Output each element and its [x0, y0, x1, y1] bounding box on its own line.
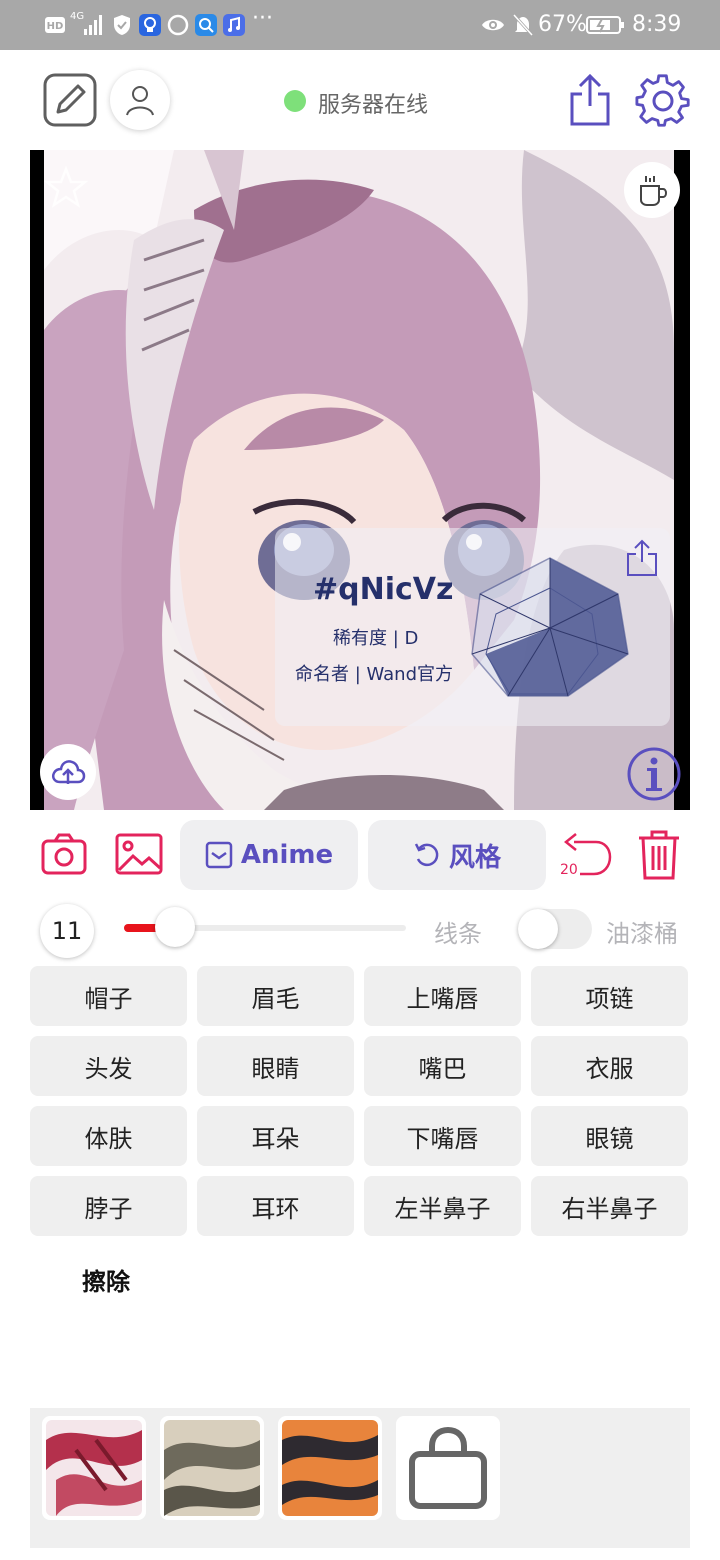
label-chip[interactable]: 左半鼻子: [364, 1176, 521, 1236]
character-info-card[interactable]: #qNicVz 稀有度 | D 命名者 | Wand官方: [275, 528, 670, 726]
label-chip[interactable]: 衣服: [531, 1036, 688, 1096]
label-chip[interactable]: 上嘴唇: [364, 966, 521, 1026]
label-chip[interactable]: 体肤: [30, 1106, 187, 1166]
brush-size-value: 11: [40, 904, 94, 958]
label-chip[interactable]: 右半鼻子: [531, 1176, 688, 1236]
rarity-text: 稀有度 | D: [333, 628, 419, 649]
status-bar: HD 4G ··· 67% 8:39: [0, 0, 720, 50]
clock: 8:39: [632, 12, 682, 37]
paint-bucket-label: 油漆桶: [606, 920, 678, 948]
label-chip[interactable]: 嘴巴: [364, 1036, 521, 1096]
namer-text: 命名者 | Wand官方: [295, 664, 454, 685]
gallery-icon[interactable]: [114, 832, 164, 876]
label-chip[interactable]: 眉毛: [197, 966, 354, 1026]
label-chip[interactable]: 头发: [30, 1036, 187, 1096]
label-chip[interactable]: 眼睛: [197, 1036, 354, 1096]
brush-size-slider-thumb[interactable]: [154, 907, 195, 947]
bulb-app-icon: [139, 14, 161, 36]
mode-anime-button[interactable]: Anime: [180, 820, 358, 890]
shopping-bag-icon: [409, 1426, 487, 1509]
label-chip[interactable]: 帽子: [30, 966, 187, 1026]
coffee-cup-icon: [640, 176, 668, 206]
battery-percent: 67%: [538, 12, 587, 37]
upload-button[interactable]: [40, 744, 96, 800]
gear-icon: [635, 74, 690, 127]
style-preset-thumbnail: [282, 1420, 378, 1516]
style-preset-3[interactable]: [278, 1416, 382, 1520]
favorite-star-icon[interactable]: [44, 166, 88, 210]
style-preset-2[interactable]: [160, 1416, 264, 1520]
label-chip[interactable]: 眼镜: [531, 1106, 688, 1166]
style-preset-thumbnail: [46, 1420, 142, 1516]
battery-charging-icon: [586, 16, 624, 34]
attribute-radar-chart: [471, 557, 629, 697]
mode-anime-label: Anime: [240, 840, 334, 870]
mute-bell-icon: [512, 13, 534, 37]
label-chip[interactable]: 耳朵: [197, 1106, 354, 1166]
trash-icon[interactable]: [636, 828, 682, 882]
svg-text:HD: HD: [47, 21, 64, 32]
label-chip[interactable]: 耳环: [197, 1176, 354, 1236]
more-notifications-icon: ···: [252, 6, 273, 31]
undo-button[interactable]: 20: [558, 830, 616, 884]
edit-button[interactable]: [42, 72, 98, 128]
rotate-icon: [414, 843, 439, 867]
character-id: #qNicVz: [313, 572, 454, 607]
shield-icon: [114, 15, 130, 35]
checkbox-icon: [205, 841, 233, 869]
erase-button[interactable]: 擦除: [82, 1262, 130, 1297]
label-chip[interactable]: 脖子: [30, 1176, 187, 1236]
eye-icon: [482, 19, 504, 31]
profile-button[interactable]: [110, 70, 170, 130]
style-preset-thumbnail: [164, 1420, 260, 1516]
paint-bucket-toggle-knob[interactable]: [518, 909, 558, 949]
cloud-upload-icon: [52, 760, 86, 784]
server-status-text: 服务器在线: [318, 93, 429, 118]
music-app-icon: [223, 14, 245, 36]
coffee-button[interactable]: [624, 162, 680, 218]
segment-label-grid: 帽子 眉毛 上嘴唇 项链 头发 眼睛 嘴巴 衣服 体肤 耳朵 下嘴唇 眼镜 脖子…: [30, 966, 690, 1236]
settings-button[interactable]: [634, 72, 692, 130]
camera-icon[interactable]: [40, 832, 88, 876]
share-icon: [570, 73, 610, 126]
style-preset-1[interactable]: [42, 1416, 146, 1520]
server-status-dot: [284, 90, 306, 112]
user-icon: [126, 86, 154, 116]
style-shop-button[interactable]: [396, 1416, 500, 1520]
label-chip[interactable]: 下嘴唇: [364, 1106, 521, 1166]
undo-count: 20: [560, 862, 578, 878]
label-chip[interactable]: 项链: [531, 966, 688, 1026]
search-app-icon: [195, 14, 217, 36]
info-icon[interactable]: [626, 746, 682, 802]
share-button[interactable]: [562, 72, 618, 128]
hd-icon: HD: [45, 17, 65, 33]
card-share-icon[interactable]: [623, 538, 661, 578]
style-button[interactable]: 风格: [368, 820, 546, 890]
circle-app-icon: [167, 14, 189, 36]
line-mode-label[interactable]: 线条: [434, 914, 482, 949]
signal-icon: [84, 15, 102, 35]
edit-icon: [43, 73, 97, 127]
style-label: 风格: [448, 842, 501, 873]
